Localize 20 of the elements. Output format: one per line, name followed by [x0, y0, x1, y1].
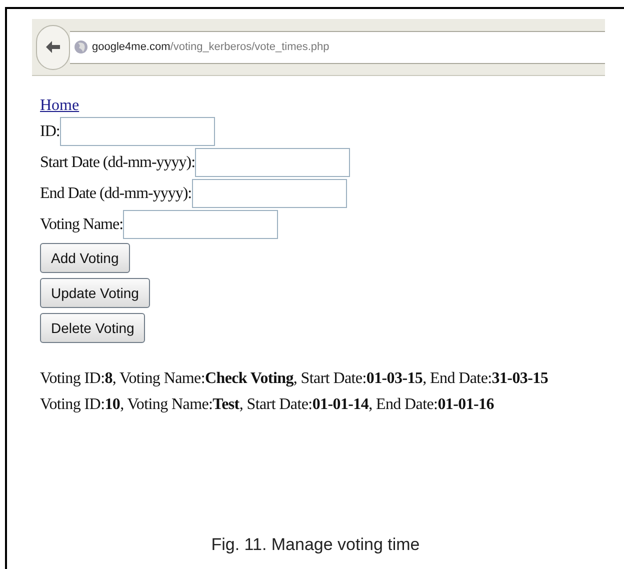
back-button[interactable]	[36, 24, 70, 70]
field-label: Voting Name:	[40, 214, 124, 234]
input-field[interactable]	[123, 210, 278, 239]
action-button[interactable]: Update Voting	[40, 278, 150, 308]
field-label: End Date (dd-mm-yyyy):	[40, 184, 192, 204]
home-link[interactable]: Home	[40, 97, 80, 114]
back-arrow-icon	[45, 40, 61, 54]
input-field[interactable]	[60, 117, 215, 146]
field-label: Start Date (dd-mm-yyyy):	[40, 152, 196, 172]
voting-record: Voting ID:8, Voting Name:Check Voting, Start Date:01-03-15, End Date:31-03-15	[40, 369, 550, 389]
address-bar[interactable]: google4me.com/voting_kerberos/vote_times.php	[70, 30, 605, 64]
voting-record: Voting ID:10, Voting Name:Test, Start Date:01-01-14, End Date:01-01-16	[40, 395, 495, 415]
figure-caption: Fig. 11. Manage voting time	[211, 534, 420, 556]
action-button[interactable]: Delete Voting	[40, 313, 146, 343]
input-field[interactable]	[195, 148, 350, 177]
url-text: google4me.com/voting_kerberos/vote_times.php	[92, 40, 330, 55]
input-field[interactable]	[192, 179, 347, 208]
field-label: ID:	[40, 122, 60, 142]
globe-icon	[74, 40, 88, 54]
action-button[interactable]: Add Voting	[40, 243, 130, 273]
